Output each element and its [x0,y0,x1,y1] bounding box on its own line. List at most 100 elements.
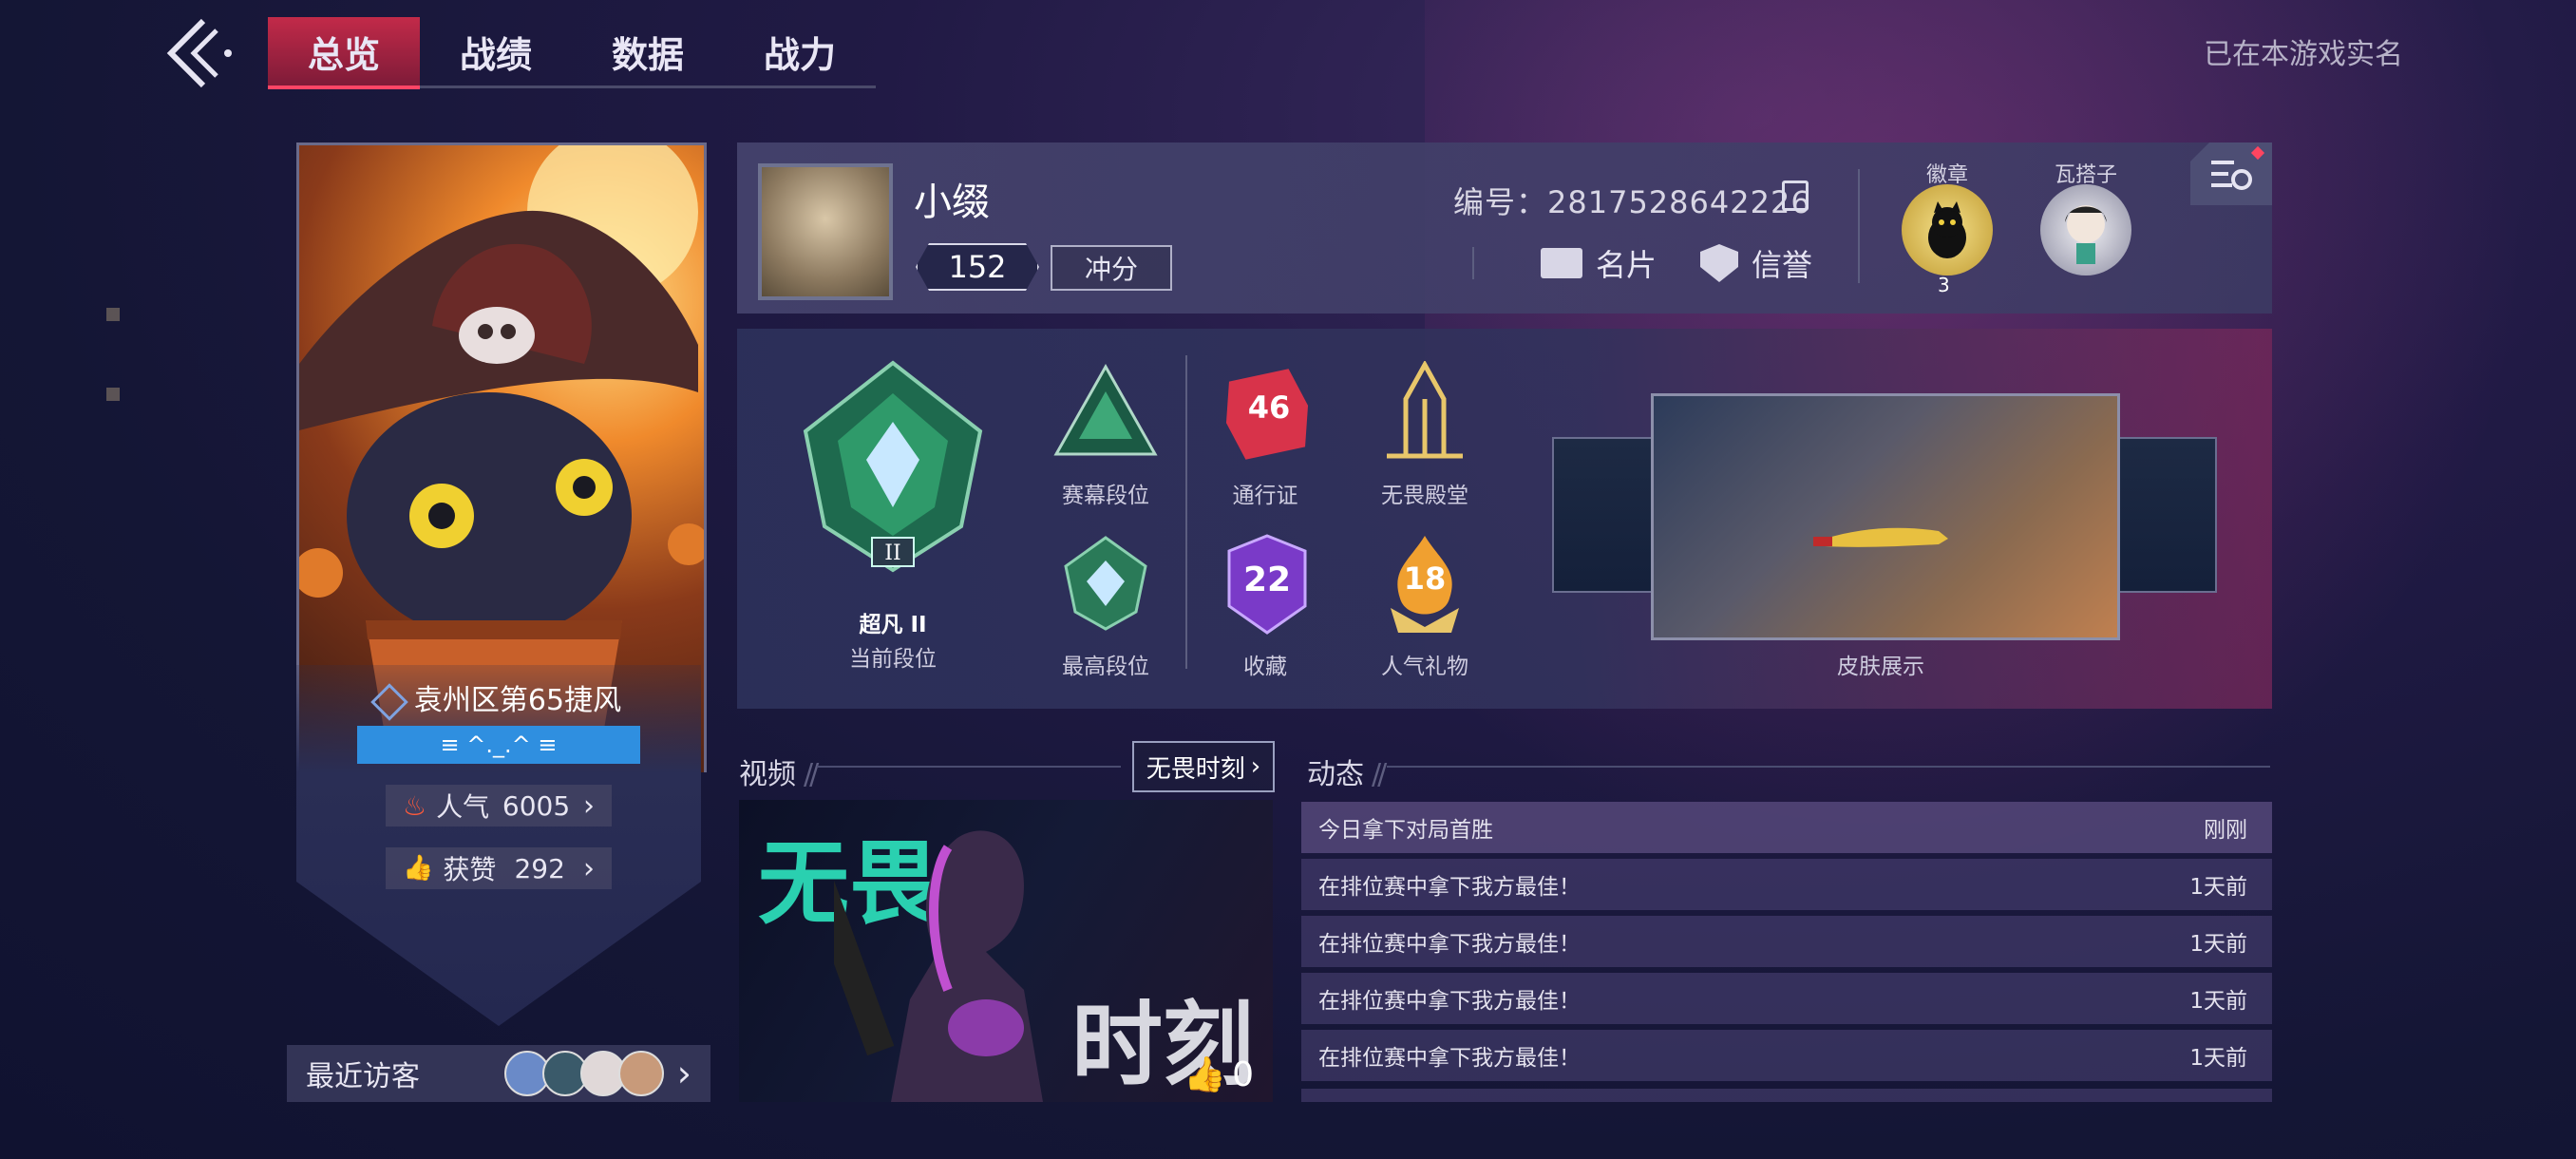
hall-emblem[interactable] [1377,359,1472,466]
divider [1387,766,2270,768]
feed-item[interactable]: 今日拿下对局首胜 刚刚 [1301,802,2272,853]
collection-label: 收藏 [1243,655,1287,679]
svg-text:II: II [884,542,900,565]
video-section-title: 视频// [739,758,819,791]
decor-dot [106,308,120,321]
player-nickname: 小缀 [914,180,990,224]
id-card-icon [1541,248,1582,278]
chongfen-button[interactable]: 冲分 [1051,245,1172,291]
highest-rank-icon [1064,536,1147,631]
skin-prev-preview[interactable] [1552,437,1655,593]
thumbs-up-icon: 👍 [403,854,434,883]
season-rank-emblem[interactable] [1049,363,1163,467]
feed-item[interactable]: 在排位赛中拿下我方最佳！ 1天前 [1301,859,2272,910]
top-tabs: 总览 战绩 数据 战力 [268,17,876,89]
feed-item[interactable]: 在排位赛中拿下我方最佳！ 1天前 [1301,916,2272,967]
tab-overview[interactable]: 总览 [268,17,420,89]
decor-dot [106,388,120,401]
thumbs-up-icon: 👍 [1184,1055,1227,1094]
back-button[interactable] [161,17,237,89]
tab-record[interactable]: 战绩 [420,17,572,86]
chevron-right-icon: › [582,788,595,823]
cat-badge-icon [1928,201,1966,258]
teammate-avatar-icon [2065,205,2107,264]
player-uid: 编号：2817528642226 [1453,184,1811,220]
highest-rank-emblem[interactable] [1060,534,1151,635]
badge-button[interactable] [1902,184,1993,276]
visitors-label: 最近访客 [306,1060,420,1093]
realname-status: 已在本游戏实名 [2204,38,2403,71]
skin-main-preview[interactable] [1651,393,2120,640]
chevron-right-icon: › [676,1053,691,1094]
likes-button[interactable]: 👍 获赞 292 › [386,847,612,889]
collection-value: 22 [1242,560,1292,599]
player-avatar[interactable] [758,163,893,300]
namecard-button[interactable]: 名片 [1541,241,1657,285]
skin-label: 皮肤展示 [1837,655,1924,679]
tab-data[interactable]: 数据 [572,17,724,86]
hero-title-text: 袁州区第65捷风 [413,684,622,717]
settings-list-icon [2211,161,2252,190]
feed-time: 1天前 [2189,989,2247,1014]
popularity-button[interactable]: ♨ 人气 6005 › [386,785,612,826]
gift-label: 人气礼物 [1381,655,1468,679]
video-thumbnail[interactable]: 无畏 时刻 👍 0 [739,800,1273,1102]
feed-time: 1天前 [2189,932,2247,957]
hero-card-base [296,665,701,1026]
feed-text: 在排位赛中拿下我方最佳！ [1318,989,1581,1014]
tab-power[interactable]: 战力 [724,17,876,86]
season-rank-icon [1053,363,1158,456]
feed-time: 刚刚 [2204,818,2247,843]
badge-count: 3 [1938,274,1950,296]
feed-item[interactable]: 在排位赛中拿下我方最佳！ 1天前 [1301,973,2272,1024]
pass-value: 46 [1247,390,1291,426]
avatar [617,1051,664,1096]
credit-button[interactable]: 信誉 [1700,241,1812,285]
video-title: 视频 [739,758,796,791]
divider [1858,169,1860,283]
feed-item[interactable]: 在排位赛中拿下我方最佳！ 1天前 [1301,1030,2272,1081]
hero-title: 袁州区第65捷风 [296,676,701,721]
feed-text: 今日拿下对局首胜 [1318,818,1493,843]
pass-label: 通行证 [1232,484,1298,508]
copy-icon[interactable] [1782,180,1809,211]
skin-next-preview[interactable] [2114,437,2217,593]
fearless-moment-button[interactable]: 无畏时刻 › [1132,741,1275,792]
signature-bar[interactable]: ≡ ^._.^ ≡ [357,726,640,764]
credit-label: 信誉 [1752,247,1813,283]
divider [817,766,1121,768]
agent-character-art [834,830,1043,1102]
video-likes: 👍 0 [1184,1054,1254,1095]
divider [1185,355,1187,669]
feed-text: 在排位赛中拿下我方最佳！ [1318,932,1581,957]
wazi-button[interactable] [2040,184,2131,276]
hall-of-fame-icon [1387,359,1463,459]
popularity-label: 人气 [436,791,490,823]
feed-title: 动态 [1307,758,1364,791]
fire-icon: ♨ [403,789,427,822]
feed-time: 1天前 [2189,1046,2247,1071]
current-rank-label: 当前段位 [849,647,937,672]
diamond-icon [370,682,408,721]
level-badge: 152 [916,243,1039,291]
video-like-count: 0 [1232,1054,1254,1094]
divider [1472,247,1474,279]
ascendant-rank-icon: II [803,360,983,573]
recent-visitors[interactable]: 最近访客 › [287,1045,710,1102]
popularity-value: 6005 [502,789,571,822]
back-arrow-icon [166,18,232,88]
chevron-right-icon: › [1250,752,1261,781]
likes-label: 获赞 [443,854,497,885]
chevron-right-icon: › [583,851,595,885]
gift-value: 18 [1403,560,1447,597]
highest-rank-label: 最高段位 [1062,655,1149,679]
feed-time: 1天前 [2189,875,2247,900]
hall-label: 无畏殿堂 [1381,484,1468,508]
visitor-avatars: › [503,1051,691,1096]
season-rank-label: 赛幕段位 [1062,484,1149,508]
current-rank-emblem[interactable]: II [781,355,1005,580]
feed-item-partial [1301,1089,2272,1102]
feed-text: 在排位赛中拿下我方最佳！ [1318,1046,1581,1071]
likes-value: 292 [514,852,565,884]
feed-section-title: 动态// [1307,758,1387,791]
